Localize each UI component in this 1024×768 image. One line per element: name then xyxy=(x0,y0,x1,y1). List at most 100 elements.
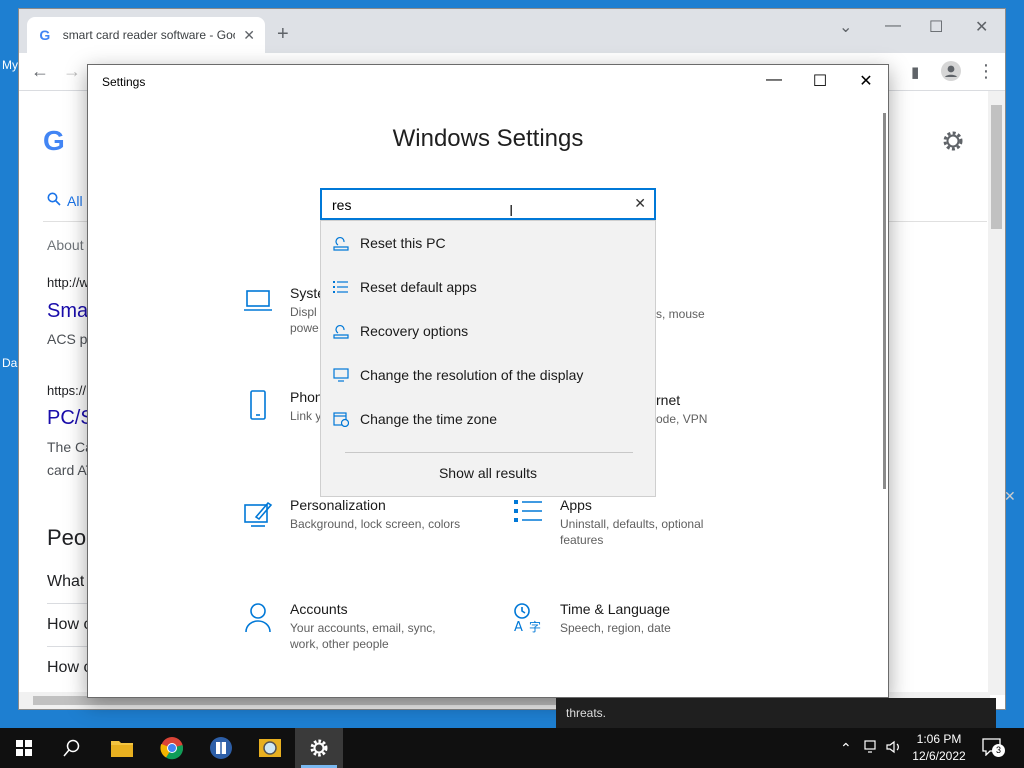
result-url-2[interactable]: https:// xyxy=(47,383,89,398)
suggestion-recovery-options[interactable]: Recovery options xyxy=(321,309,655,353)
question-1[interactable]: What xyxy=(47,573,84,591)
tab-title: smart card reader software - Goo xyxy=(62,28,236,42)
tab-strip: G smart card reader software - Goo ✕ + ⌄… xyxy=(19,9,1005,53)
result-title-2[interactable]: PC/S xyxy=(47,407,89,430)
search-input[interactable] xyxy=(332,195,622,215)
start-button[interactable] xyxy=(0,728,48,768)
result-snippet-2a: The Ca xyxy=(47,439,89,455)
suggestion-label: Change the resolution of the display xyxy=(360,367,584,383)
forward-icon[interactable]: → xyxy=(63,61,81,82)
divider xyxy=(887,221,987,222)
tab-all[interactable]: All xyxy=(67,193,83,209)
minimize-icon[interactable]: — xyxy=(764,71,784,89)
category-name: Personalization xyxy=(290,497,386,513)
file-explorer-button[interactable] xyxy=(98,728,146,768)
scroll-thumb[interactable] xyxy=(991,105,1002,229)
clock[interactable]: 1:06 PM 12/6/2022 xyxy=(906,731,972,765)
category-time-language[interactable]: A字 Time & Language Speech, region, date xyxy=(512,601,671,636)
divider xyxy=(47,646,89,647)
suggestion-label: Reset default apps xyxy=(360,279,477,295)
app-button[interactable] xyxy=(246,728,294,768)
back-icon[interactable]: ← xyxy=(31,61,49,82)
result-url-1[interactable]: http://w xyxy=(47,275,89,290)
settings-window: Settings — ☐ ✕ Windows Settings Syste Di… xyxy=(87,64,889,698)
settings-search-box[interactable]: ✕ xyxy=(320,188,656,220)
magnifier-app-icon xyxy=(259,739,281,757)
svg-text:字: 字 xyxy=(529,619,541,633)
settings-taskbar-button[interactable] xyxy=(295,728,343,768)
recovery-icon xyxy=(332,234,350,252)
network-icon[interactable] xyxy=(864,740,880,757)
gear-icon xyxy=(310,739,328,757)
apps-list-icon xyxy=(514,500,542,522)
desktop-icon-label-da[interactable]: Da xyxy=(2,356,17,370)
browser-close-icon[interactable]: ✕ xyxy=(975,17,988,37)
network-name-fragment: rnet xyxy=(656,392,681,408)
notification-count: 3 xyxy=(992,744,1005,757)
browser-vertical-scrollbar[interactable] xyxy=(988,91,1005,695)
suggestion-label: Change the time zone xyxy=(360,411,497,427)
show-all-results-link[interactable]: Show all results xyxy=(321,465,655,481)
about-label: About xyxy=(47,237,84,253)
category-name: Phon xyxy=(290,389,323,405)
laptop-icon xyxy=(244,290,272,311)
category-personalization[interactable]: Personalization Background, lock screen,… xyxy=(242,497,460,532)
clock-date: 12/6/2022 xyxy=(912,749,966,763)
toast-close-icon[interactable]: ✕ xyxy=(1004,488,1016,505)
svg-text:A: A xyxy=(514,620,523,633)
search-suggestions: Reset this PC Reset default apps Recover… xyxy=(320,220,656,497)
volume-icon[interactable] xyxy=(886,740,902,757)
devices-desc-fragment: s, mouse xyxy=(656,307,705,321)
search-button[interactable] xyxy=(48,728,96,768)
question-3[interactable]: How c xyxy=(47,659,91,677)
action-center-button[interactable]: 3 xyxy=(982,738,1005,758)
text-cursor-icon: I xyxy=(509,203,514,220)
category-desc: Your accounts, email, sync, work, other … xyxy=(290,621,436,651)
suggestion-label: Reset this PC xyxy=(360,235,446,251)
question-2[interactable]: How c xyxy=(47,616,91,634)
chrome-button[interactable] xyxy=(148,728,196,768)
chevron-up-icon[interactable]: ⌃ xyxy=(840,740,852,757)
category-phone[interactable]: Phon Link y xyxy=(242,389,323,424)
page-title: Windows Settings xyxy=(392,125,584,152)
google-favicon-icon: G xyxy=(39,27,51,43)
app-button[interactable] xyxy=(197,728,245,768)
suggestion-reset-default-apps[interactable]: Reset default apps xyxy=(321,265,655,309)
desktop-icon-label-my[interactable]: My xyxy=(2,58,18,72)
tab-search-icon[interactable]: ⌄ xyxy=(839,17,852,37)
suggestion-change-time-zone[interactable]: Change the time zone xyxy=(321,397,655,441)
clear-search-icon[interactable]: ✕ xyxy=(634,195,646,212)
gear-icon[interactable] xyxy=(941,129,965,153)
result-snippet-1: ACS p xyxy=(47,331,88,347)
menu-kebab-icon[interactable]: ⋮ xyxy=(977,61,995,82)
suggestion-label: Recovery options xyxy=(360,323,469,339)
settings-titlebar[interactable]: Settings — ☐ ✕ xyxy=(88,65,888,99)
side-panel-icon[interactable]: ▮ xyxy=(911,63,919,81)
category-desc: Uninstall, defaults, optional features xyxy=(560,517,704,547)
profile-icon[interactable] xyxy=(941,61,961,86)
category-desc: Background, lock screen, colors xyxy=(290,517,461,531)
suggestion-reset-this-pc[interactable]: Reset this PC xyxy=(321,221,655,265)
browser-maximize-icon[interactable]: ☐ xyxy=(929,17,943,37)
category-name: Apps xyxy=(560,497,592,513)
result-title-1[interactable]: Sma xyxy=(47,300,89,323)
category-system[interactable]: Syste Displ powe xyxy=(242,285,325,336)
category-name: Accounts xyxy=(290,601,348,617)
clock-time: 1:06 PM xyxy=(916,732,962,746)
category-accounts[interactable]: Accounts Your accounts, email, sync, wor… xyxy=(242,601,460,652)
maximize-icon[interactable]: ☐ xyxy=(810,71,830,91)
notification-toast[interactable]: threats. xyxy=(556,698,996,728)
browser-tab[interactable]: G smart card reader software - Goo ✕ xyxy=(27,17,265,53)
tab-close-icon[interactable]: ✕ xyxy=(243,27,255,44)
search-icon xyxy=(63,739,80,757)
taskbar: ⌃ 1:06 PM 12/6/2022 3 xyxy=(0,728,1024,768)
suggestion-change-resolution[interactable]: Change the resolution of the display xyxy=(321,353,655,397)
close-icon[interactable]: ✕ xyxy=(856,71,876,91)
language-icon: A字 xyxy=(514,603,541,633)
browser-minimize-icon[interactable]: — xyxy=(885,17,901,35)
new-tab-icon[interactable]: + xyxy=(277,23,289,46)
google-logo[interactable]: G xyxy=(43,125,65,157)
divider xyxy=(43,221,87,222)
settings-scrollbar[interactable] xyxy=(883,113,886,489)
category-apps[interactable]: Apps Uninstall, defaults, optional featu… xyxy=(512,497,720,548)
